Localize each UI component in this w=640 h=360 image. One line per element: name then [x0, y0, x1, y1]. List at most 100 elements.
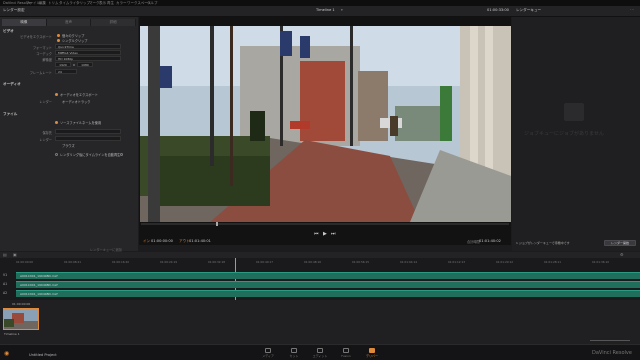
browse-button[interactable]: ブラウズ — [62, 143, 75, 148]
location-field[interactable] — [55, 129, 121, 134]
thumbnail-image — [4, 309, 38, 329]
render-settings-panel: 映像 音声 詳細 ビデオ ビデオをエクスポート 個々のクリップ シングルクリップ… — [0, 17, 138, 252]
zoom-slider[interactable] — [590, 340, 630, 341]
ruler-tick-label: 01:00:56:15 — [352, 260, 370, 264]
res-width-field[interactable]: 1920 — [55, 62, 71, 67]
queue-checkbox-label: レンダリング後にタイムラインを自動再生 — [60, 153, 121, 157]
single-clip-radio[interactable] — [57, 39, 60, 42]
resolve-logo-icon: ◉ — [4, 350, 10, 357]
clip-a1[interactable]: A001C001_190408D.mxf — [20, 283, 58, 287]
zoom-icon[interactable]: ▣ — [13, 252, 17, 257]
app-name: DaVinci Resolve — [592, 350, 632, 356]
scrubber-bar[interactable] — [141, 223, 509, 225]
tab-file[interactable]: 詳細 — [91, 19, 137, 26]
timeline-name[interactable]: Timeline 1 — [316, 8, 335, 12]
page-deliver[interactable]: デリバー — [360, 348, 384, 358]
res-x: x — [73, 63, 75, 67]
video-frame — [140, 26, 511, 222]
chevron-down-icon[interactable]: ▾ — [341, 8, 343, 12]
ruler-tick-label: 01:01:12:13 — [448, 260, 466, 264]
clip-v1[interactable]: A001C001_190408D.mxf — [20, 274, 58, 278]
page-media[interactable]: メディア — [256, 348, 280, 358]
ruler-tick-label: 01:01:20:12 — [496, 260, 514, 264]
ruler-tick-label: 01:00:16:20 — [112, 260, 130, 264]
res-height-field[interactable]: 1080 — [77, 62, 93, 67]
track-a1[interactable]: A001C001_190408D.mxf — [16, 281, 640, 288]
ruler-tick-label: 01:00:48:16 — [304, 260, 322, 264]
track-v1[interactable]: A001C001_190408D.mxf — [16, 272, 640, 279]
format-label: フォーマット — [32, 46, 52, 50]
tc-duration: 01:01:40:02 — [479, 239, 501, 243]
go-to-end-icon[interactable]: ⏭ — [331, 231, 336, 237]
edit-icon — [317, 348, 323, 353]
timeline-options-icon[interactable]: ⚙ — [620, 252, 624, 257]
track-a2-label: A2 — [3, 291, 8, 295]
cut-icon — [291, 348, 297, 353]
page-cut[interactable]: カット — [282, 348, 306, 358]
duration-label: 合計時間 — [467, 240, 480, 244]
ruler-tick-label: 01:00:32:18 — [208, 260, 226, 264]
file-section-heading: ファイル — [3, 112, 18, 116]
source-filename-label: ソースファイルネームを使用 — [60, 121, 102, 125]
render-mode-single[interactable]: シングルクリップ — [62, 38, 88, 43]
ruler-tick-label: 01:00:00:00 — [16, 260, 34, 264]
fusion-icon — [343, 348, 349, 353]
more-icon[interactable]: ⋯ — [630, 7, 634, 12]
tc-out: 01:01:40:01 — [189, 239, 211, 243]
deliver-icon — [369, 348, 375, 353]
page-fusion[interactable]: Fusion — [334, 348, 358, 358]
thumbnail-label: Timeline 1 — [4, 332, 20, 336]
render-settings-title: レンダー設定 — [3, 8, 25, 12]
codec-select[interactable]: MPEG4 Video — [55, 50, 121, 55]
ruler-tick-label: 01:01:04:14 — [400, 260, 418, 264]
location-label: 保存先 — [42, 131, 52, 135]
framerate-select[interactable]: 24 — [55, 69, 77, 74]
format-select[interactable]: QuickTime — [55, 44, 121, 49]
timeline-view-icon[interactable]: ▤ — [3, 252, 7, 257]
page-edit[interactable]: エディット — [308, 348, 332, 358]
street-scene-image — [140, 26, 511, 222]
factory-icon — [564, 103, 584, 121]
viewer-timecode: 01:00:33:00 — [487, 8, 509, 12]
ruler-tick-label: 01:01:28:11 — [544, 260, 562, 264]
go-to-start-icon[interactable]: ⏮ — [314, 231, 319, 237]
resolution-select[interactable]: HD 1080p — [55, 56, 121, 61]
resolution-label: 解像度 — [42, 58, 52, 62]
play-icon[interactable]: ▶ — [323, 231, 327, 237]
audio-render-label: レンダー — [39, 100, 52, 104]
framerate-label: フレームレート — [29, 71, 52, 75]
source-filename-radio[interactable] — [55, 121, 58, 124]
ruler-tick-label: 01:00:08:21 — [64, 260, 82, 264]
export-audio-checkbox[interactable] — [55, 93, 58, 96]
clip-a2[interactable]: A001C001_190408D.mxf — [20, 292, 58, 296]
queue-checkbox[interactable] — [55, 153, 58, 156]
project-name: Untitled Project — [29, 353, 57, 357]
track-a1-label: A1 — [3, 282, 8, 286]
timecode-ruler[interactable]: 01:00:00:00 01:00:08:21 01:00:16:20 01:00:2… — [16, 258, 640, 268]
render-field[interactable] — [55, 136, 121, 141]
audio-render-value[interactable]: オーディオトラック — [62, 99, 90, 104]
ruler-tick-label: 01:00:24:19 — [160, 260, 178, 264]
tc-in: 01:00:00:00 — [151, 239, 173, 243]
tc-in-label: イン — [143, 239, 151, 243]
bin-timecode: 01:00:00:00 — [12, 302, 31, 306]
track-a2[interactable]: A001C001_190408D.mxf — [16, 290, 640, 297]
timeline-thumbnail[interactable] — [3, 308, 39, 330]
export-video-label: ビデオをエクスポート — [20, 35, 52, 39]
page-bar: Untitled Project ◉ メディア カット エディット Fusion… — [0, 344, 640, 360]
export-audio-label: オーディオをエクスポート — [60, 93, 98, 97]
scrubber-handle[interactable] — [216, 222, 218, 226]
render-tabs: 映像 音声 詳細 — [2, 19, 137, 26]
top-bar: レンダー設定 Timeline 1 ▾ 01:00:33:00 レンダーキュー … — [0, 6, 640, 17]
ruler-tick-label: 01:01:36:10 — [592, 260, 610, 264]
render-all-button[interactable]: レンダー開始 — [604, 240, 636, 246]
media-icon — [265, 348, 271, 353]
track-v1-label: V1 — [3, 273, 8, 277]
ruler-tick-label: 01:00:40:17 — [256, 260, 274, 264]
export-video-checkbox[interactable] — [57, 34, 60, 37]
audio-section-heading: オーディオ — [3, 82, 21, 86]
tab-video[interactable]: 映像 — [2, 19, 47, 26]
queue-checkbox-2[interactable] — [120, 153, 123, 156]
empty-queue-text: ジョブキューにジョブがありません — [524, 131, 604, 137]
tab-audio[interactable]: 音声 — [46, 19, 92, 26]
